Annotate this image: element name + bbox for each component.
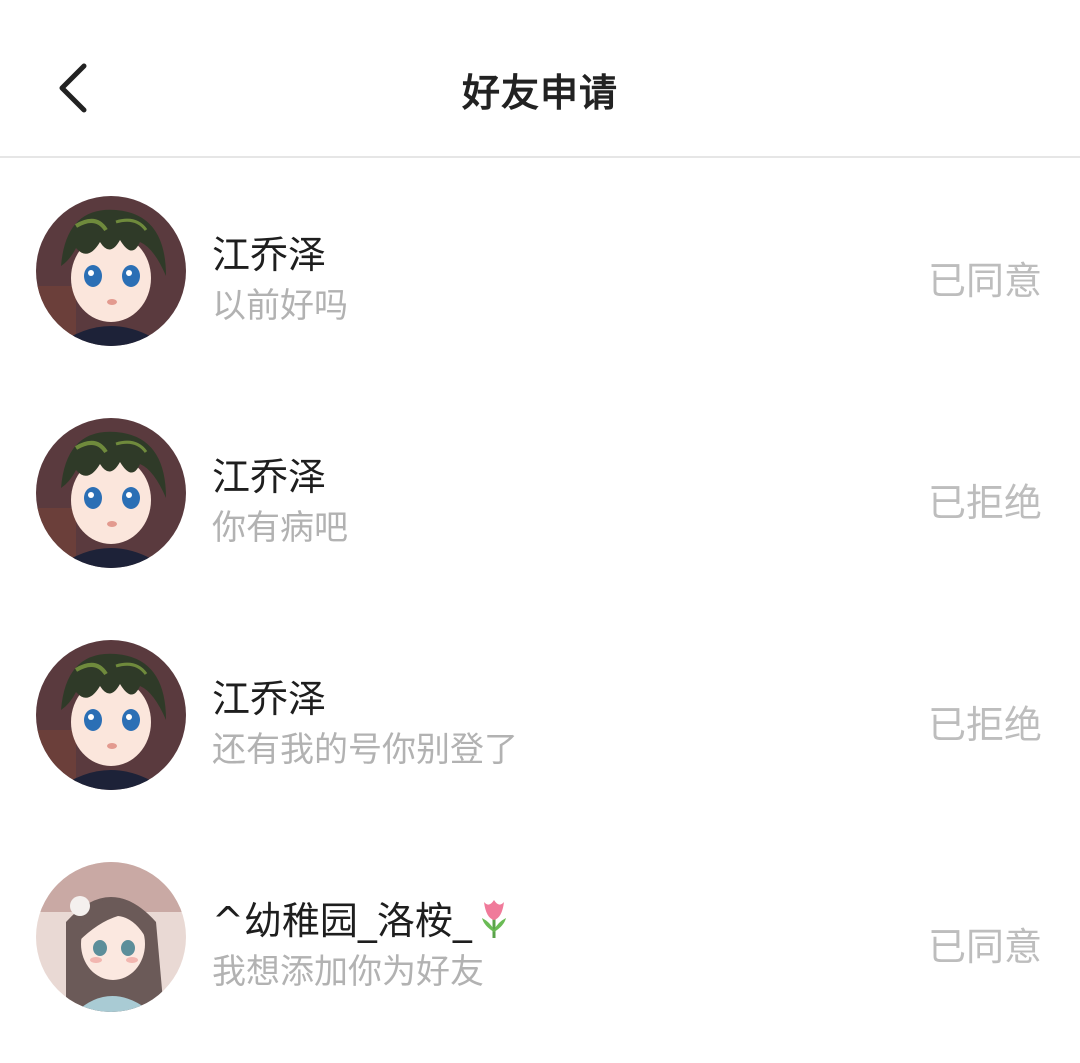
request-item[interactable]: 江乔泽 还有我的号你别登了 已拒绝 <box>0 602 1080 824</box>
requester-name: 江乔泽 <box>212 677 327 721</box>
anime-boy-avatar-icon <box>36 418 186 568</box>
request-message: 我想添加你为好友 <box>212 952 484 992</box>
request-status: 已拒绝 <box>927 481 1042 525</box>
anime-boy-avatar-icon <box>36 640 186 790</box>
request-status: 已同意 <box>927 259 1042 303</box>
tulip-icon <box>481 900 506 938</box>
requester-name: 江乔泽 <box>212 455 327 499</box>
avatar[interactable] <box>36 196 186 346</box>
page-title: 好友申请 <box>461 71 618 115</box>
friend-request-list: 江乔泽 以前好吗 已同意 江乔泽 你有病吧 已拒绝 江乔泽 还有我的号你别登了 … <box>0 158 1080 1046</box>
request-status: 已拒绝 <box>927 703 1042 747</box>
requester-name-text: ^幼稚园_洛桉_ <box>212 899 472 943</box>
request-message: 还有我的号你别登了 <box>212 730 518 770</box>
anime-girl-avatar-icon <box>36 862 186 1012</box>
avatar[interactable] <box>36 862 186 1012</box>
request-item[interactable]: 江乔泽 你有病吧 已拒绝 <box>0 380 1080 602</box>
request-status: 已同意 <box>927 925 1042 969</box>
request-item[interactable]: ^幼稚园_洛桉_ 我想添加你为好友 已同意 <box>0 824 1080 1046</box>
request-message: 你有病吧 <box>212 508 348 548</box>
request-item[interactable]: 江乔泽 以前好吗 已同意 <box>0 158 1080 380</box>
anime-boy-avatar-icon <box>36 196 186 346</box>
request-message: 以前好吗 <box>212 286 348 326</box>
requester-name: 江乔泽 <box>212 233 327 277</box>
top-bar: 好友申请 <box>0 0 1080 158</box>
requester-name: ^幼稚园_洛桉_ <box>212 890 512 945</box>
avatar[interactable] <box>36 640 186 790</box>
avatar[interactable] <box>36 418 186 568</box>
